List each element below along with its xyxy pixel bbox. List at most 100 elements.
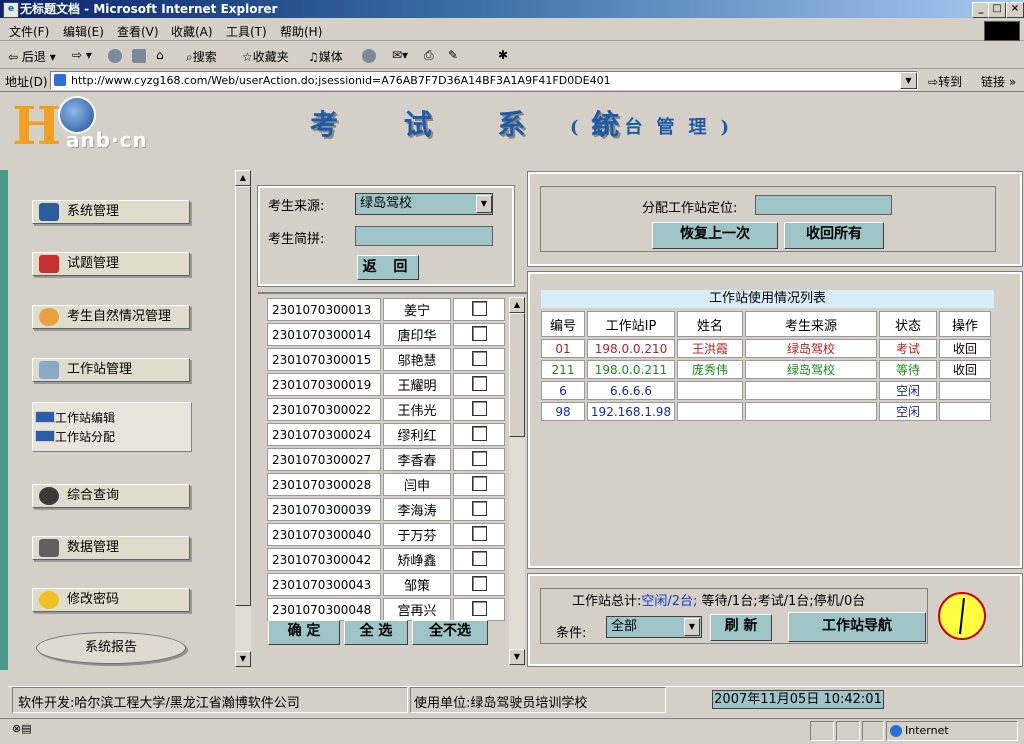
ws-action[interactable]: 收回 — [939, 360, 991, 379]
student-id: 2301070300024 — [267, 423, 381, 446]
menu-file[interactable]: 文件(F) — [9, 23, 49, 40]
student-checkbox[interactable] — [471, 575, 487, 591]
menu-favorites[interactable]: 收藏(A) — [171, 23, 213, 40]
subnav-workstation-edit[interactable]: 工作站编辑 — [35, 409, 115, 426]
messenger-icon[interactable]: ✱ — [498, 48, 508, 62]
menu-edit[interactable]: 编辑(E) — [63, 23, 104, 40]
student-checkbox[interactable] — [471, 400, 487, 416]
nav-system-management[interactable]: 系统管理 — [32, 200, 190, 224]
menu-tools[interactable]: 工具(T) — [226, 23, 267, 40]
nav-change-password[interactable]: 修改密码 — [32, 588, 190, 612]
col-header: 工作站IP — [587, 311, 675, 337]
student-select-cell — [453, 348, 505, 371]
menu-view[interactable]: 查看(V) — [117, 23, 159, 40]
select-none-button[interactable]: 全不选 — [412, 620, 488, 645]
person-icon — [39, 308, 59, 326]
stop-icon[interactable] — [108, 48, 124, 63]
select-all-button[interactable]: 全 选 — [344, 620, 408, 645]
ws-action[interactable]: 收回 — [939, 339, 991, 358]
refresh-button[interactable]: 刷 新 — [710, 614, 772, 641]
student-checkbox[interactable] — [471, 450, 487, 466]
edit-icon[interactable]: ✎ — [448, 48, 458, 62]
scroll-down-arrow-icon[interactable]: ▼ — [235, 651, 251, 667]
student-checkbox[interactable] — [471, 350, 487, 366]
scroll-down-arrow-icon[interactable]: ▼ — [509, 649, 525, 665]
system-report-button[interactable]: 系统报告 — [36, 632, 186, 664]
student-checkbox[interactable] — [471, 325, 487, 341]
assign-position-input[interactable] — [755, 195, 892, 215]
student-name: 王伟光 — [383, 398, 451, 421]
media-button[interactable]: ♫媒体 — [308, 48, 343, 65]
abbr-input[interactable] — [355, 226, 493, 246]
student-name: 王耀明 — [383, 373, 451, 396]
subnav-workstation-assign[interactable]: 工作站分配 — [35, 428, 115, 445]
address-bar: 地址(D) http://www.cyzg168.com/Web/userAct… — [0, 70, 1024, 92]
student-name: 邬艳慧 — [383, 348, 451, 371]
student-id: 2301070300014 — [267, 323, 381, 346]
workstation-row: 98 192.168.1.98 空闲 — [541, 402, 991, 421]
page-icon — [54, 74, 66, 86]
scroll-thumb[interactable] — [235, 186, 251, 606]
student-row: 2301070300039 李海涛 — [267, 498, 505, 521]
left-frame-scrollbar[interactable]: ▲ ▼ — [235, 170, 251, 667]
back-button[interactable]: ⇦ 后退 ▾ — [8, 48, 56, 65]
scroll-thumb[interactable] — [509, 313, 525, 437]
ws-action[interactable] — [939, 381, 991, 400]
student-id: 2301070300043 — [267, 573, 381, 596]
student-name: 矫峥鑫 — [383, 548, 451, 571]
col-header: 状态 — [879, 311, 937, 337]
links-button[interactable]: 链接 » — [981, 73, 1016, 90]
nav-query[interactable]: 综合查询 — [32, 484, 190, 508]
student-list-scrollbar[interactable]: ▲ ▼ — [509, 297, 525, 665]
summary-text: 工作站总计:空闲/2台; 等待/1台;考试/1台;停机/0台 — [572, 594, 866, 609]
student-checkbox[interactable] — [471, 550, 487, 566]
workstation-nav-button[interactable]: 工作站导航 — [788, 612, 926, 642]
student-name: 于万芬 — [383, 523, 451, 546]
scroll-up-arrow-icon[interactable]: ▲ — [235, 170, 251, 186]
recall-all-button[interactable]: 收回所有 — [784, 222, 884, 249]
chevron-down-icon[interactable]: ▼ — [684, 618, 700, 636]
back-return-button[interactable]: 返 回 — [357, 255, 419, 280]
mail-icon[interactable]: ✉▾ — [392, 48, 408, 62]
clock-icon — [938, 592, 986, 640]
book-icon — [39, 255, 59, 273]
student-select-cell — [453, 323, 505, 346]
student-checkbox[interactable] — [471, 525, 487, 541]
close-button[interactable]: × — [1006, 2, 1024, 18]
nav-data-management[interactable]: 数据管理 — [32, 536, 190, 560]
go-button[interactable]: ⇨转到 — [928, 73, 962, 90]
student-checkbox[interactable] — [471, 475, 487, 491]
favorites-button[interactable]: ☆收藏夹 — [242, 48, 289, 65]
refresh-icon[interactable] — [132, 48, 148, 63]
scroll-up-arrow-icon[interactable]: ▲ — [509, 297, 525, 313]
student-select-cell — [453, 423, 505, 446]
student-checkbox[interactable] — [471, 375, 487, 391]
nav-question-management[interactable]: 试题管理 — [32, 252, 190, 276]
menu-help[interactable]: 帮助(H) — [280, 23, 322, 40]
student-name: 李香春 — [383, 448, 451, 471]
print-icon[interactable]: ⎙ — [424, 48, 434, 63]
student-checkbox[interactable] — [471, 425, 487, 441]
student-checkbox[interactable] — [471, 300, 487, 316]
system-icon — [39, 203, 59, 221]
ws-action[interactable] — [939, 402, 991, 421]
search-button[interactable]: ⌕搜索 — [186, 48, 217, 65]
student-name: 邹策 — [383, 573, 451, 596]
restore-last-button[interactable]: 恢复上一次 — [652, 222, 778, 249]
globe-icon — [890, 725, 902, 737]
address-dropdown-button[interactable]: ▼ — [900, 72, 917, 89]
nav-workstation-management[interactable]: 工作站管理 — [32, 358, 190, 382]
address-input[interactable]: http://www.cyzg168.com/Web/userAction.do… — [50, 71, 918, 90]
maximize-button[interactable]: □ — [988, 2, 1006, 18]
history-icon[interactable] — [362, 48, 378, 63]
student-checkbox[interactable] — [471, 500, 487, 516]
ws-examinee-name — [677, 381, 743, 400]
confirm-button[interactable]: 确 定 — [268, 620, 340, 645]
student-checkbox[interactable] — [471, 600, 487, 616]
chevron-down-icon[interactable]: ▼ — [476, 195, 492, 213]
source-select[interactable]: 绿岛驾校 — [355, 193, 493, 215]
home-icon[interactable]: ⌂ — [156, 48, 164, 62]
student-select-cell — [453, 298, 505, 321]
nav-examinee-management[interactable]: 考生自然情况管理 — [32, 305, 190, 329]
forward-button[interactable]: ⇨ ▾ — [72, 48, 92, 62]
